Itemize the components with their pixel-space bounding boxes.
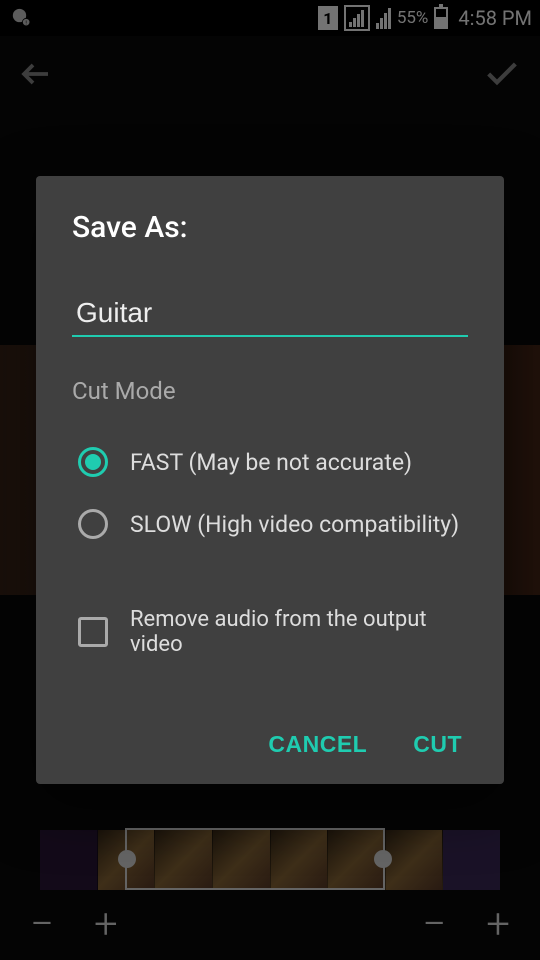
radio-slow[interactable] — [78, 509, 108, 539]
radio-fast[interactable] — [78, 447, 108, 477]
dialog-scrim[interactable]: Save As: Cut Mode FAST (May be not accur… — [0, 0, 540, 960]
remove-audio-label: Remove audio from the output video — [130, 607, 462, 657]
dialog-title: Save As: — [72, 210, 468, 245]
remove-audio-checkbox[interactable] — [78, 617, 108, 647]
dialog-actions: CANCEL CUT — [72, 731, 468, 758]
save-dialog: Save As: Cut Mode FAST (May be not accur… — [36, 176, 504, 784]
radio-slow-label: SLOW (High video compatibility) — [130, 511, 459, 538]
cancel-button[interactable]: CANCEL — [268, 731, 367, 758]
filename-input[interactable] — [72, 291, 468, 337]
remove-audio-row[interactable]: Remove audio from the output video — [72, 591, 468, 673]
cut-button[interactable]: CUT — [413, 731, 462, 758]
radio-fast-label: FAST (May be not accurate) — [130, 449, 412, 476]
cut-mode-label: Cut Mode — [72, 377, 468, 405]
radio-slow-row[interactable]: SLOW (High video compatibility) — [72, 493, 468, 555]
radio-fast-row[interactable]: FAST (May be not accurate) — [72, 431, 468, 493]
